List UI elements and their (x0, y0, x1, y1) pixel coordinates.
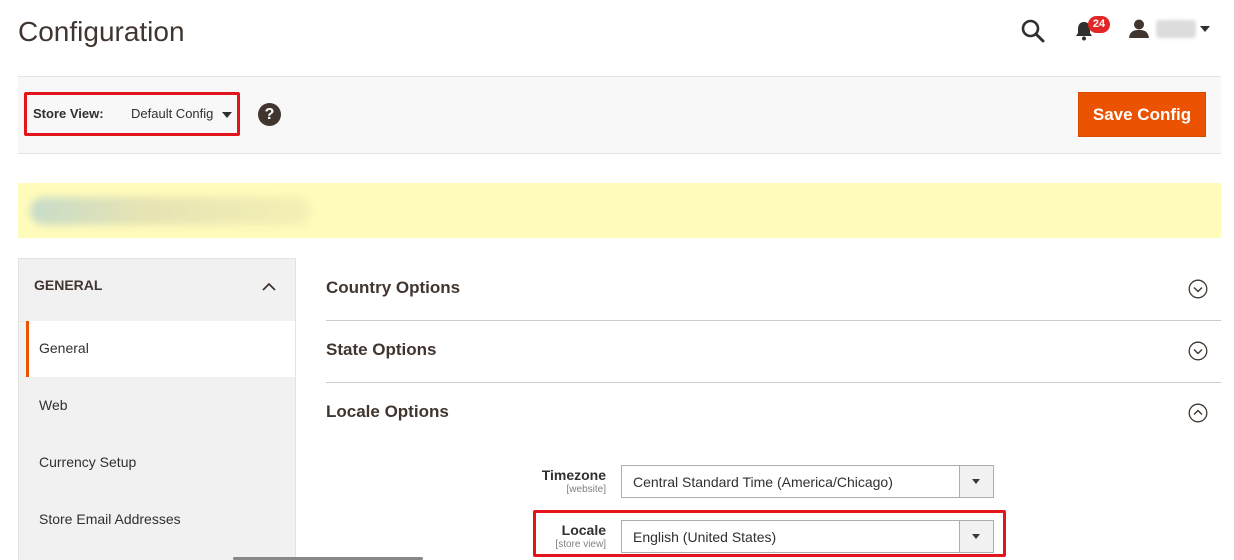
sidebar-item-general[interactable]: General (26, 321, 295, 377)
chevron-up-icon (262, 282, 276, 291)
timezone-select[interactable]: Central Standard Time (America/Chicago) (621, 465, 994, 498)
section-country-options[interactable]: Country Options (326, 258, 1221, 321)
search-icon[interactable] (1020, 18, 1046, 44)
save-config-button[interactable]: Save Config (1078, 92, 1206, 137)
timezone-field-label: Timezone [website] (542, 467, 606, 495)
sidebar-item-store-email-addresses[interactable]: Store Email Addresses (26, 492, 295, 548)
section-locale-options[interactable]: Locale Options (326, 382, 1221, 444)
sidebar-item-label: General (39, 340, 89, 356)
user-menu[interactable] (1128, 16, 1212, 44)
section-title: State Options (326, 340, 437, 359)
sidebar-item-web[interactable]: Web (26, 378, 295, 434)
caret-down-icon[interactable] (222, 112, 232, 118)
field-scope: [website] (566, 484, 606, 495)
chevron-up-circle-icon (1188, 403, 1208, 423)
select-arrow-icon (959, 466, 993, 497)
store-view-label: Store View: (33, 106, 104, 121)
section-title: Country Options (326, 278, 461, 297)
notification-count-badge: 24 (1088, 16, 1110, 33)
section-title: Locale Options (326, 402, 449, 421)
help-icon[interactable]: ? (258, 103, 281, 126)
sidebar-item-label: Store Email Addresses (39, 511, 181, 527)
sidebar-group-general[interactable]: GENERAL (19, 259, 295, 322)
chevron-down-circle-icon (1188, 279, 1208, 299)
sidebar-group-label: GENERAL (34, 277, 103, 293)
locale-highlight (533, 510, 1006, 557)
chevron-down-circle-icon (1188, 341, 1208, 361)
caret-down-icon (1200, 26, 1210, 32)
field-label: Timezone (541, 467, 606, 483)
notifications-button[interactable]: 24 (1074, 16, 1114, 44)
page-title: Configuration (18, 16, 185, 47)
store-view-switcher[interactable]: Default Config (131, 106, 213, 121)
sidebar-item-label: Web (39, 397, 68, 413)
user-name-redacted (1156, 20, 1196, 38)
sidebar-item-label: Currency Setup (39, 454, 137, 470)
section-state-options[interactable]: State Options (326, 320, 1221, 383)
sidebar-item-currency-setup[interactable]: Currency Setup (26, 435, 295, 491)
user-icon (1129, 19, 1149, 38)
timezone-select-value: Central Standard Time (America/Chicago) (633, 474, 893, 490)
system-message-redacted (30, 197, 310, 225)
